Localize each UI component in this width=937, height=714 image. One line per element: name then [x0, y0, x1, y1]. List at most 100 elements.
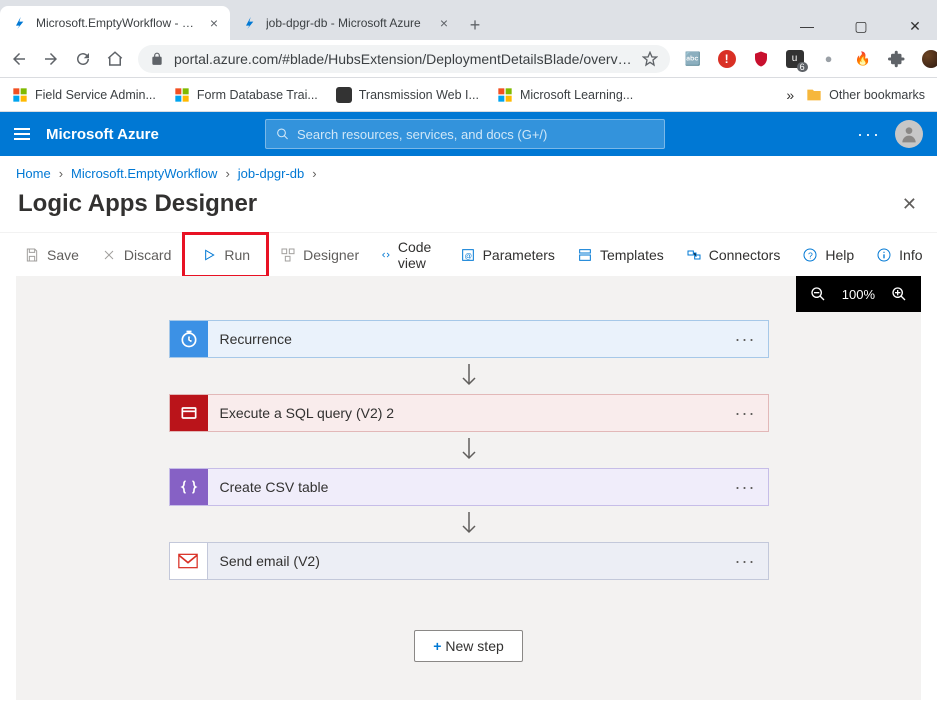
- discard-button[interactable]: Discard: [101, 247, 171, 263]
- translate-icon[interactable]: 🔤: [684, 50, 702, 68]
- designer-icon: [280, 247, 296, 263]
- account-avatar[interactable]: [895, 120, 923, 148]
- connectors-icon: [686, 247, 702, 263]
- breadcrumb-item[interactable]: job-dpgr-db: [238, 166, 305, 181]
- breadcrumb-item[interactable]: Microsoft.EmptyWorkflow: [71, 166, 217, 181]
- bookmark-item[interactable]: Form Database Trai...: [174, 87, 318, 103]
- tab-title: job-dpgr-db - Microsoft Azure: [266, 16, 432, 30]
- step-label: Recurrence: [208, 331, 723, 347]
- braces-icon: [170, 469, 208, 505]
- alert-badge-icon[interactable]: !: [718, 50, 736, 68]
- parameters-button[interactable]: @ Parameters: [460, 247, 555, 263]
- info-icon: [876, 247, 892, 263]
- close-icon[interactable]: ×: [210, 15, 218, 31]
- ms-logo-icon: [174, 87, 190, 103]
- flow-arrow-icon: [459, 432, 479, 468]
- svg-text:?: ?: [808, 250, 813, 260]
- save-button[interactable]: Save: [24, 247, 79, 263]
- step-gmail[interactable]: Send email (V2) ···: [169, 542, 769, 580]
- breadcrumb: Home › Microsoft.EmptyWorkflow › job-dpg…: [0, 156, 937, 190]
- bookmark-item[interactable]: Transmission Web I...: [336, 87, 479, 103]
- close-panel-button[interactable]: ✕: [902, 194, 917, 215]
- maximize-button[interactable]: ▢: [845, 18, 877, 35]
- minimize-button[interactable]: —: [791, 18, 823, 34]
- play-icon: [201, 247, 217, 263]
- code-icon: [381, 247, 391, 263]
- ublock-icon[interactable]: [752, 50, 770, 68]
- bookmark-item[interactable]: Field Service Admin...: [12, 87, 156, 103]
- more-button[interactable]: ···: [857, 124, 881, 145]
- info-button[interactable]: Info: [876, 247, 922, 263]
- panel-header: Logic Apps Designer ✕: [0, 190, 937, 232]
- flame-icon[interactable]: 🔥: [854, 50, 872, 68]
- extensions-icon[interactable]: [888, 50, 906, 68]
- azure-search[interactable]: [265, 119, 665, 149]
- connectors-button[interactable]: Connectors: [686, 247, 781, 263]
- step-label: Execute a SQL query (V2) 2: [208, 405, 723, 421]
- new-tab-button[interactable]: +: [460, 10, 490, 40]
- lock-icon: [150, 52, 164, 66]
- templates-icon: [577, 247, 593, 263]
- chevron-right-icon: ›: [59, 166, 63, 181]
- designer-toolbar: Save Discard Run Designer Code view @ Pa…: [0, 232, 937, 276]
- dot-icon[interactable]: ●: [820, 50, 838, 68]
- search-input[interactable]: [297, 127, 654, 142]
- ms-logo-icon: [12, 87, 28, 103]
- page-title: Logic Apps Designer: [18, 190, 902, 218]
- home-button[interactable]: [106, 48, 124, 70]
- templates-button[interactable]: Templates: [577, 247, 664, 263]
- window-controls: — ▢ ✕: [771, 6, 937, 40]
- url-field[interactable]: portal.azure.com/#blade/HubsExtension/De…: [138, 45, 670, 73]
- workflow-flow: Recurrence ··· Execute a SQL query (V2) …: [16, 276, 921, 662]
- window-close-button[interactable]: ✕: [899, 18, 931, 35]
- zoom-in-icon[interactable]: [891, 286, 907, 302]
- bookmark-item[interactable]: Microsoft Learning...: [497, 87, 633, 103]
- azure-favicon: [242, 15, 258, 31]
- ms-logo-icon: [497, 87, 513, 103]
- save-icon: [24, 247, 40, 263]
- reload-button[interactable]: [74, 48, 92, 70]
- azure-brand[interactable]: Microsoft Azure: [46, 126, 159, 143]
- browser-tab[interactable]: job-dpgr-db - Microsoft Azure ×: [230, 6, 460, 40]
- breadcrumb-item[interactable]: Home: [16, 166, 51, 181]
- designer-canvas[interactable]: 100% Recurrence ··· Execute a SQL query …: [16, 276, 921, 700]
- extension-badge-icon[interactable]: u: [786, 50, 804, 68]
- url-text: portal.azure.com/#blade/HubsExtension/De…: [174, 51, 632, 67]
- step-recurrence[interactable]: Recurrence ···: [169, 320, 769, 358]
- step-menu-button[interactable]: ···: [723, 329, 768, 350]
- help-button[interactable]: ? Help: [802, 247, 854, 263]
- new-step-button[interactable]: +New step: [414, 630, 523, 662]
- flow-arrow-icon: [459, 506, 479, 542]
- step-menu-button[interactable]: ···: [723, 477, 768, 498]
- bookmarks-overflow-button[interactable]: »: [786, 87, 794, 103]
- close-icon[interactable]: ×: [440, 15, 448, 31]
- menu-button[interactable]: [14, 128, 30, 140]
- designer-button[interactable]: Designer: [280, 247, 359, 263]
- step-csv[interactable]: Create CSV table ···: [169, 468, 769, 506]
- plus-icon: +: [433, 638, 441, 654]
- star-icon[interactable]: [642, 51, 658, 67]
- back-button[interactable]: [10, 48, 28, 70]
- sql-icon: [170, 395, 208, 431]
- parameters-icon: @: [460, 247, 476, 263]
- azure-top-bar: Microsoft Azure ···: [0, 112, 937, 156]
- profile-avatar[interactable]: [922, 50, 937, 68]
- step-menu-button[interactable]: ···: [723, 551, 768, 572]
- bookmarks-bar: Field Service Admin... Form Database Tra…: [0, 78, 937, 112]
- run-button[interactable]: Run: [193, 243, 258, 267]
- flow-arrow-icon: [459, 358, 479, 394]
- browser-tab-strip: Microsoft.EmptyWorkflow - Micr × job-dpg…: [0, 0, 937, 40]
- code-view-button[interactable]: Code view: [381, 239, 437, 271]
- generic-favicon: [336, 87, 352, 103]
- chevron-right-icon: ›: [312, 166, 316, 181]
- step-menu-button[interactable]: ···: [723, 403, 768, 424]
- step-sql[interactable]: Execute a SQL query (V2) 2 ···: [169, 394, 769, 432]
- forward-button[interactable]: [42, 48, 60, 70]
- svg-text:@: @: [464, 251, 471, 260]
- browser-tab-active[interactable]: Microsoft.EmptyWorkflow - Micr ×: [0, 6, 230, 40]
- azure-favicon: [12, 15, 28, 31]
- folder-icon: [806, 87, 822, 103]
- other-bookmarks-button[interactable]: Other bookmarks: [806, 87, 925, 103]
- zoom-out-icon[interactable]: [810, 286, 826, 302]
- extension-icons: 🔤 ! u ● 🔥 ⋮: [684, 48, 937, 69]
